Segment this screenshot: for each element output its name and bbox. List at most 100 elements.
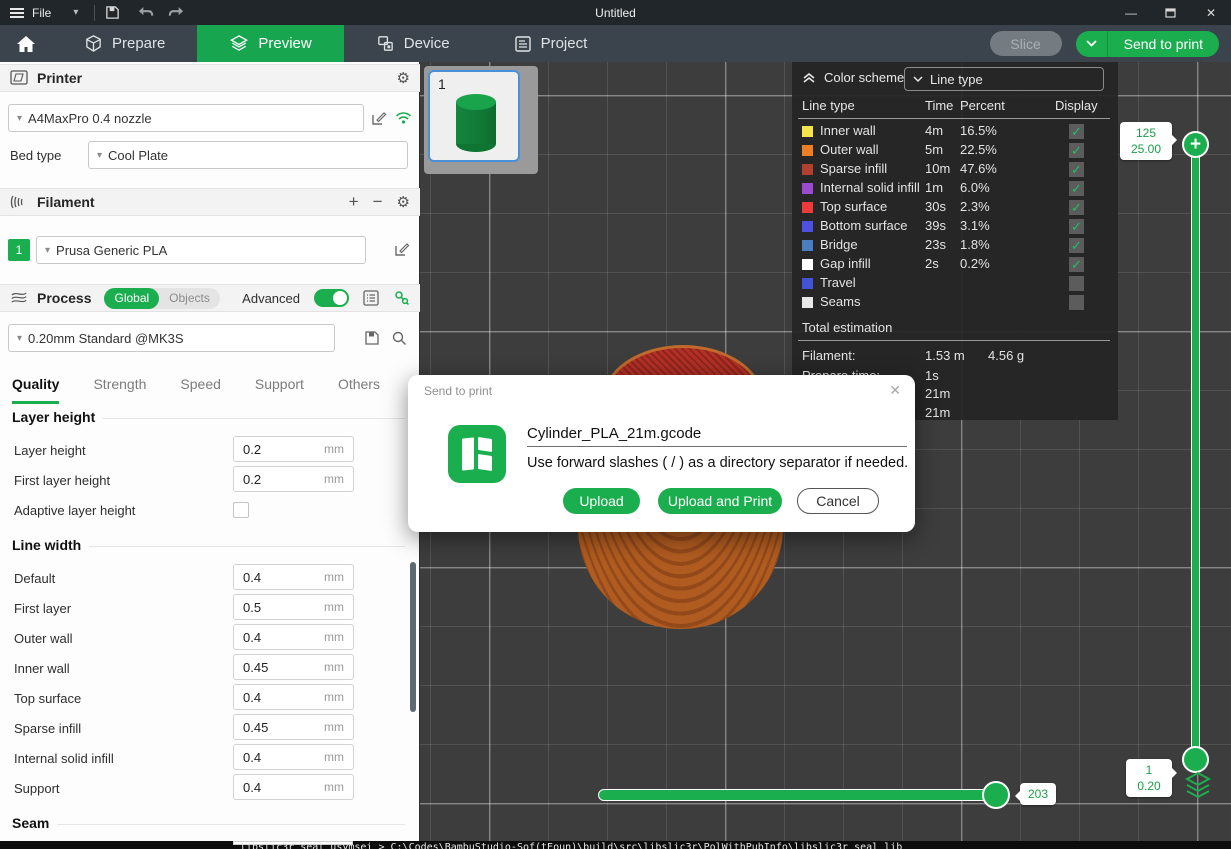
plate-thumbnail[interactable]: 1 <box>428 70 520 162</box>
upload-button[interactable]: Upload <box>563 488 640 514</box>
display-checkbox[interactable]: ✓ <box>1069 219 1084 234</box>
layers-view-icon[interactable] <box>1184 771 1212 801</box>
slice-button[interactable]: Slice <box>990 31 1062 56</box>
sidebar-scrollbar[interactable] <box>410 562 416 712</box>
process-preset-dropdown[interactable]: ▾ 0.20mm Standard @MK3S <box>8 324 335 352</box>
process-section-header: Process Global Objects Advanced <box>0 284 420 312</box>
upload-and-print-button[interactable]: Upload and Print <box>658 488 782 514</box>
move-slider-track[interactable] <box>598 789 1008 801</box>
dialog-close-icon[interactable]: ✕ <box>889 382 901 399</box>
line-width-default-input[interactable]: 0.4mm <box>233 564 354 590</box>
line-width-default-label: Default <box>14 571 55 586</box>
redo-icon[interactable] <box>165 4 187 22</box>
printer-settings-gear-icon[interactable]: ⚙ <box>397 69 410 87</box>
tab-project[interactable]: Project <box>482 25 620 62</box>
display-checkbox[interactable]: ✓ <box>1069 124 1084 139</box>
settings-sidebar: Printer ⚙ ▾ A4MaxPro 0.4 nozzle Bed type… <box>0 62 420 842</box>
tab-device[interactable]: Device <box>344 25 482 62</box>
hamburger-icon <box>10 6 24 20</box>
home-button[interactable] <box>0 25 52 62</box>
display-checkbox[interactable]: ✓ <box>1069 257 1084 272</box>
parameter-tune-icon[interactable] <box>393 290 410 307</box>
close-button[interactable]: ✕ <box>1191 0 1231 25</box>
segment-global[interactable]: Global <box>104 288 159 309</box>
tab-strength[interactable]: Strength <box>93 368 146 404</box>
add-filament-button[interactable]: + <box>349 192 359 212</box>
file-menu[interactable]: File ▾ <box>0 6 88 20</box>
save-preset-icon[interactable] <box>362 328 382 348</box>
line-width-first-layer-input[interactable]: 0.5mm <box>233 594 354 620</box>
tab-support[interactable]: Support <box>255 368 304 404</box>
advanced-toggle[interactable] <box>314 289 349 307</box>
save-icon[interactable] <box>101 4 123 22</box>
legend-row: Outer wall5m22.5%✓ <box>792 141 1118 160</box>
printer-edit-icon[interactable] <box>369 108 389 128</box>
filament-preset-dropdown[interactable]: ▾ Prusa Generic PLA <box>36 236 366 264</box>
filament-edit-icon[interactable] <box>392 239 412 259</box>
process-tabs: Quality Strength Speed Support Others <box>0 368 414 404</box>
dialog-title: Send to print <box>424 384 492 398</box>
undo-icon[interactable] <box>135 4 157 22</box>
maximize-button[interactable] <box>1151 0 1191 25</box>
display-checkbox[interactable]: ✓ <box>1069 162 1084 177</box>
color-swatch <box>802 297 813 308</box>
display-checkbox[interactable]: ✓ <box>1069 276 1084 291</box>
legend-row: Travel✓ <box>792 274 1118 293</box>
line-width-inner-wall-label: Inner wall <box>14 661 70 676</box>
legend-column-headers: Line type Time Percent Display <box>792 98 1118 116</box>
tab-prepare[interactable]: Prepare <box>52 25 197 62</box>
filename-input[interactable]: Cylinder_PLA_21m.gcode <box>527 425 907 447</box>
line-width-internal-solid-input[interactable]: 0.4mm <box>233 744 354 770</box>
tab-speed[interactable]: Speed <box>180 368 220 404</box>
tab-preview[interactable]: Preview <box>197 25 343 62</box>
legend-rows: Inner wall4m16.5%✓ Outer wall5m22.5%✓ Sp… <box>792 122 1118 312</box>
layer-height-input[interactable]: 0.2mm <box>233 436 354 462</box>
adaptive-layer-height-checkbox[interactable] <box>233 502 249 518</box>
printer-preset-dropdown[interactable]: ▾ A4MaxPro 0.4 nozzle <box>8 104 364 132</box>
title-bar: File ▾ Untitled — ✕ <box>0 0 1231 25</box>
legend-row: Sparse infill10m47.6%✓ <box>792 160 1118 179</box>
filament-settings-gear-icon[interactable]: ⚙ <box>397 193 410 211</box>
display-checkbox[interactable]: ✓ <box>1069 143 1084 158</box>
layer-slider-bottom-handle[interactable] <box>1182 746 1209 773</box>
tab-others[interactable]: Others <box>338 368 380 404</box>
divider <box>798 118 1110 119</box>
send-to-print-group: Send to print <box>1076 31 1219 57</box>
tab-quality[interactable]: Quality <box>12 368 59 404</box>
send-to-print-button[interactable]: Send to print <box>1108 36 1219 52</box>
line-width-outer-wall-input[interactable]: 0.4mm <box>233 624 354 650</box>
bed-type-dropdown[interactable]: ▾ Cool Plate <box>88 141 408 169</box>
move-slider-handle[interactable] <box>982 781 1010 809</box>
search-icon[interactable] <box>389 328 409 348</box>
cancel-button[interactable]: Cancel <box>797 488 879 514</box>
minimize-button[interactable]: — <box>1111 0 1151 25</box>
total-estimation-title: Total estimation <box>802 320 892 335</box>
line-width-inner-wall-input[interactable]: 0.45mm <box>233 654 354 680</box>
divider <box>94 5 95 21</box>
line-width-support-input[interactable]: 0.4mm <box>233 774 354 800</box>
display-checkbox[interactable]: ✓ <box>1069 200 1084 215</box>
first-layer-height-input[interactable]: 0.2mm <box>233 466 354 492</box>
layer-height-section-title: Layer height <box>12 409 103 425</box>
line-width-top-surface-input[interactable]: 0.4mm <box>233 684 354 710</box>
filament-slot-badge[interactable]: 1 <box>8 239 30 261</box>
process-section-title: Process <box>37 290 91 306</box>
parameter-list-icon[interactable] <box>363 290 379 306</box>
chevron-down-icon[interactable]: ▾ <box>73 7 78 18</box>
line-width-sparse-infill-input[interactable]: 0.45mm <box>233 714 354 740</box>
collapse-icon[interactable] <box>802 72 816 84</box>
layer-slider-track[interactable] <box>1191 145 1200 760</box>
layer-slider-top-handle[interactable]: + <box>1182 131 1209 158</box>
send-options-chevron-icon[interactable] <box>1076 31 1108 57</box>
display-checkbox[interactable]: ✓ <box>1069 181 1084 196</box>
line-width-internal-solid-label: Internal solid infill <box>14 751 114 766</box>
segment-objects[interactable]: Objects <box>159 291 220 305</box>
chevron-down-icon <box>913 76 923 83</box>
remove-filament-button[interactable]: − <box>373 192 383 212</box>
wifi-icon[interactable] <box>393 108 413 128</box>
layer-slider-top-label: 12525.00 <box>1120 122 1172 160</box>
view-mode-dropdown[interactable]: Line type <box>904 67 1104 91</box>
display-checkbox[interactable]: ✓ <box>1069 238 1084 253</box>
display-checkbox[interactable]: ✓ <box>1069 295 1084 310</box>
device-icon <box>376 34 395 53</box>
